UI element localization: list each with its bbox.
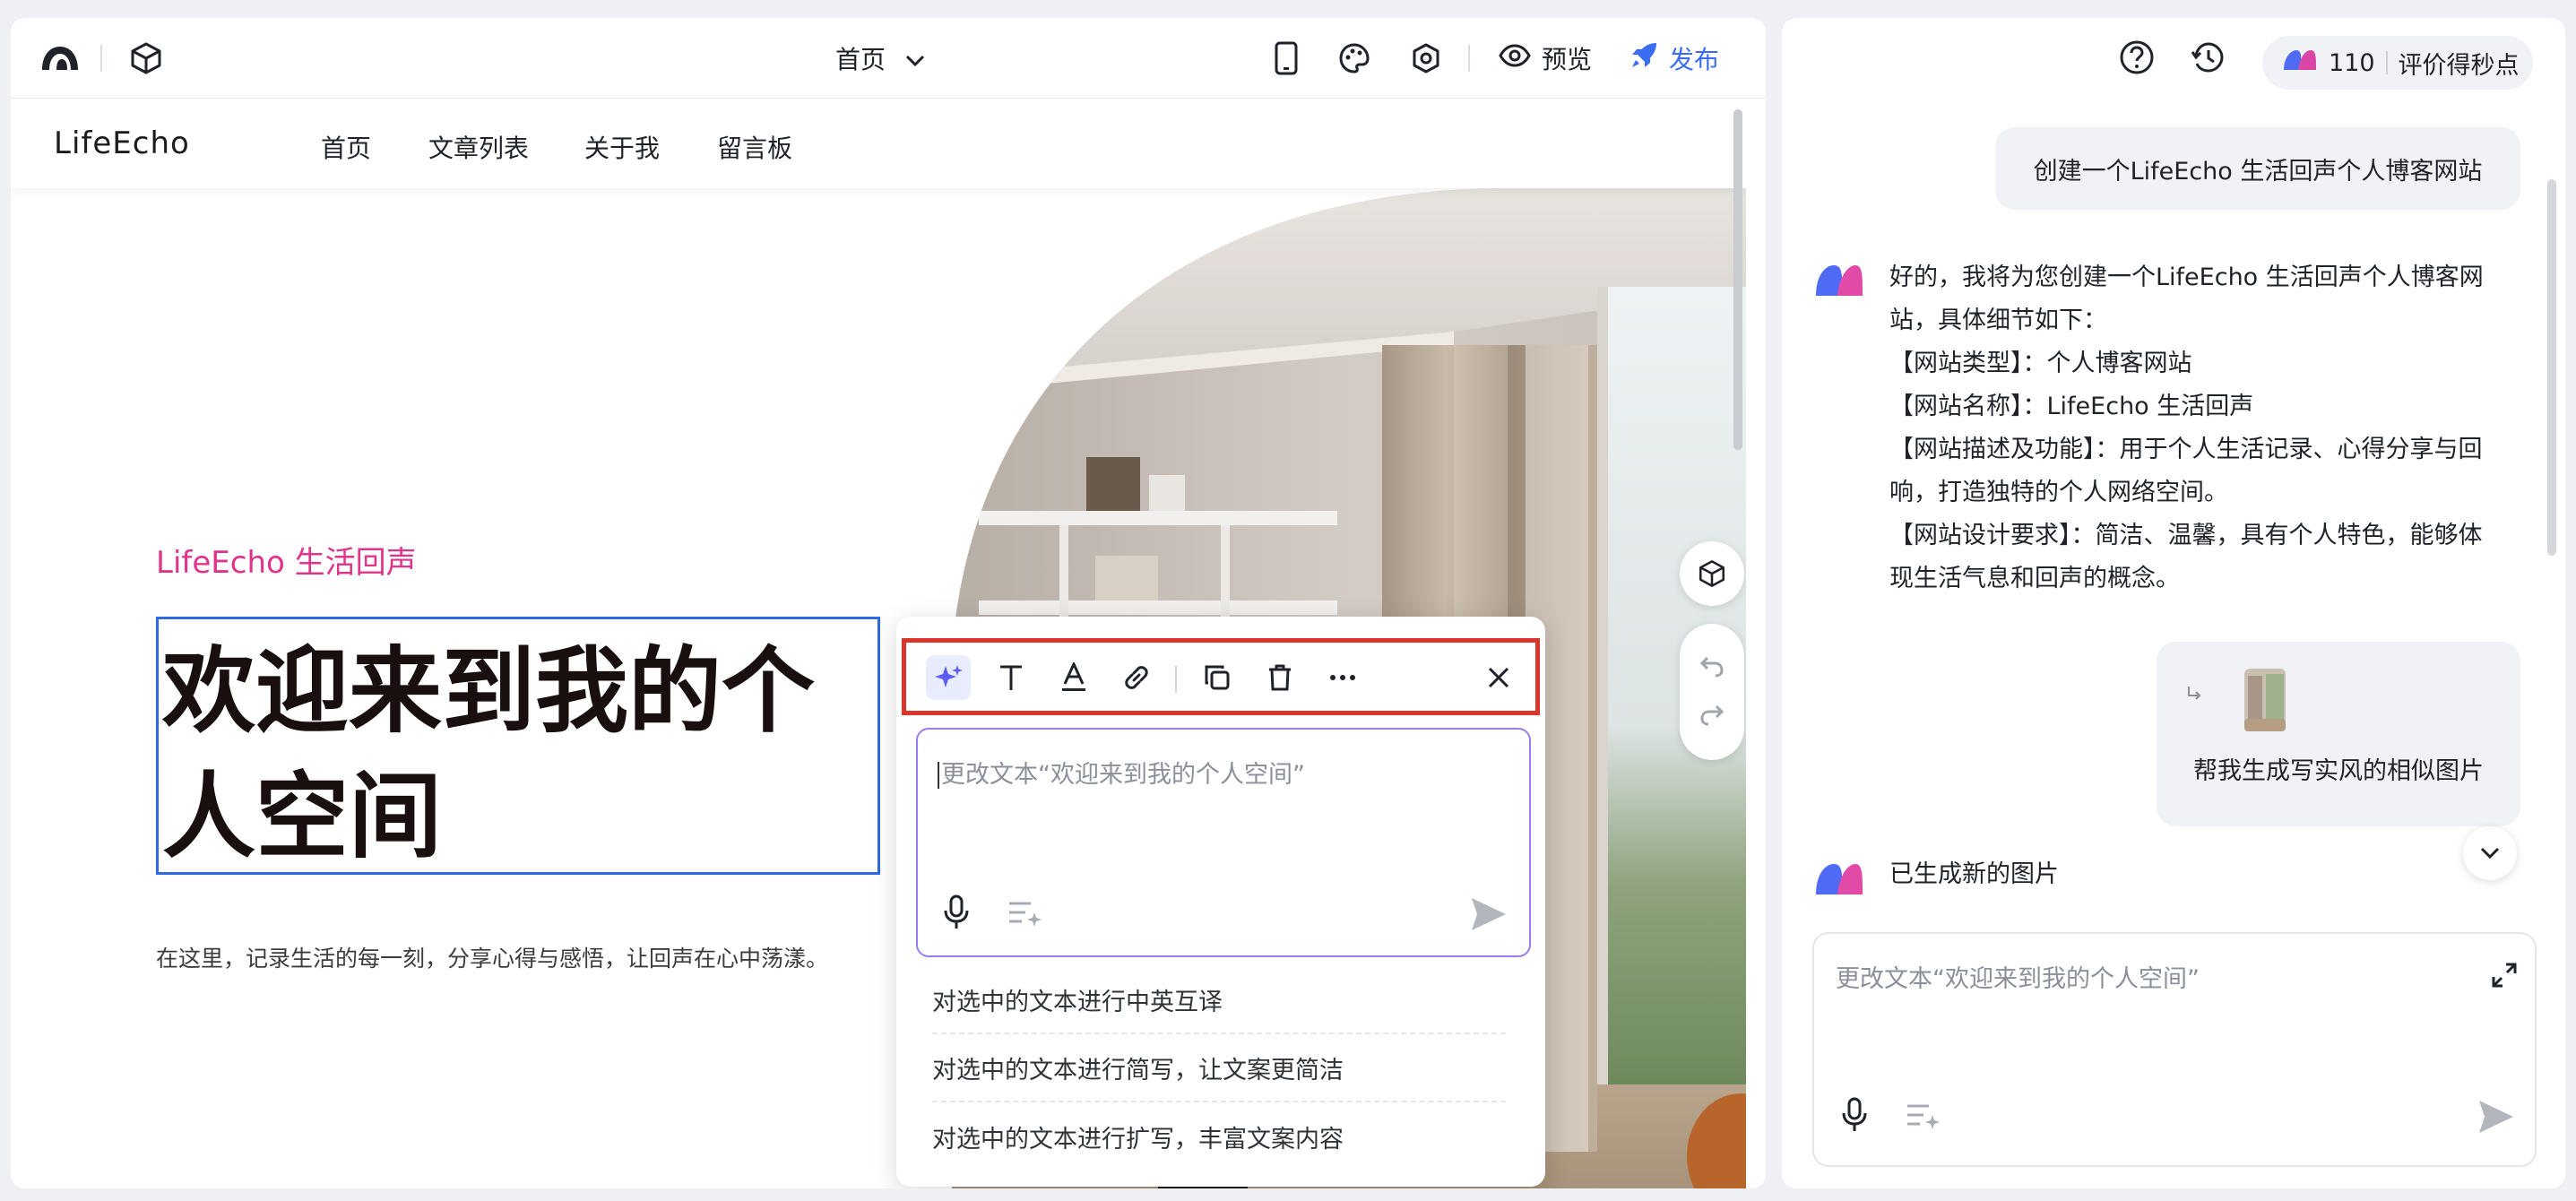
nav-item-home[interactable]: 首页 (321, 129, 371, 165)
send-icon[interactable] (2477, 1099, 2515, 1138)
bot-response-line: 现生活气息和回声的概念。 (1889, 565, 2180, 592)
bot-response-line: 好的，我将为您创建一个LifeEcho 生活回声个人博客网 (1889, 264, 2484, 291)
publish-label: 发布 (1669, 45, 1720, 74)
bot-avatar-icon (1816, 864, 1863, 894)
nav-item-about[interactable]: 关于我 (584, 129, 660, 165)
close-popover-button[interactable] (1476, 655, 1521, 700)
site-logo[interactable]: LifeEcho (54, 125, 190, 161)
chat-scrollbar[interactable] (2547, 179, 2556, 556)
ai-edit-input[interactable] (941, 756, 1497, 792)
help-icon[interactable] (2119, 39, 2155, 79)
cube-icon (1699, 560, 1725, 587)
text-style-button[interactable] (989, 655, 1033, 700)
bot-response-line: 站，具体细节如下： (1889, 307, 2107, 334)
bot-response: 已生成新的图片 (1889, 860, 2059, 888)
page-select-label: 首页 (835, 45, 886, 74)
credit-logo-icon (2282, 48, 2318, 78)
user-message: 帮我生成写实风的相似图片 (2193, 757, 2484, 785)
suggestion-expand[interactable]: 对选中的文本进行扩写，丰富文案内容 (932, 1102, 1506, 1171)
ai-chat-panel: 110 评价得秒点 创建一个LifeEcho 生活回声个人博客网站 好的，我将为… (1782, 18, 2565, 1188)
hero-tagline: LifeEcho 生活回声 (156, 545, 417, 581)
text-t-icon (1000, 665, 1022, 690)
user-image-message: 帮我生成写实风的相似图片 (2157, 642, 2520, 826)
site-navbar: LifeEcho 首页 文章列表 关于我 留言板 (11, 99, 1746, 188)
divider (1175, 666, 1177, 693)
chat-input[interactable] (1836, 961, 2445, 997)
reply-arrow-icon (2185, 681, 2203, 709)
history-tools (1680, 624, 1744, 760)
bot-response-line: 【网站类型】：个人博客网站 (1889, 350, 2192, 377)
send-icon[interactable] (1470, 896, 1508, 936)
palette-icon[interactable] (1334, 38, 1375, 79)
ai-sparkle-button[interactable] (926, 655, 971, 700)
microphone-icon[interactable] (1841, 1097, 1868, 1136)
credit-count: 110 (2329, 48, 2375, 77)
redo-icon[interactable] (1699, 701, 1725, 731)
nav-item-guestbook[interactable]: 留言板 (717, 129, 792, 165)
hero-subtitle: 在这里，记录生活的每一刻，分享心得与感悟，让回声在心中荡漾。 (156, 946, 829, 972)
publish-button[interactable]: 发布 (1629, 39, 1719, 77)
text-edit-toolbar (902, 638, 1540, 715)
preview-label: 预览 (1542, 45, 1593, 74)
site-editor: 首页 预览 发布 LifeEcho 首页 文章列表 关于我 留言板 LifeEc… (11, 18, 1766, 1188)
chat-input-box (1812, 932, 2537, 1167)
delete-button[interactable] (1258, 655, 1302, 700)
ai-edit-input-box (916, 728, 1531, 957)
bot-response-line: 响，打造独特的个人网络空间。 (1889, 479, 2228, 506)
page-selector[interactable]: 首页 (835, 39, 925, 77)
user-message: 创建一个LifeEcho 生活回声个人博客网站 (1995, 127, 2520, 210)
divider (100, 45, 102, 72)
divider (2385, 51, 2388, 74)
hero-title[interactable]: 欢迎来到我的个人空间 (162, 628, 879, 879)
font-color-icon (1062, 662, 1085, 691)
sparkle-icon (935, 665, 963, 687)
link-icon (1125, 666, 1148, 689)
editor-toolbar: 首页 预览 发布 (11, 18, 1766, 99)
microphone-icon[interactable] (943, 894, 970, 934)
scroll-to-bottom-button[interactable] (2463, 826, 2517, 880)
text-cursor (938, 762, 939, 789)
selected-text-frame[interactable]: 欢迎来到我的个人空间 (156, 617, 880, 875)
app-logo-icon[interactable] (38, 39, 82, 77)
bot-response: 好的，我将为您创建一个LifeEcho 生活回声个人博客网 站，具体细节如下： … (1889, 256, 2508, 600)
settings-icon[interactable] (1405, 38, 1447, 79)
close-icon (1488, 667, 1509, 688)
canvas-scrollbar[interactable] (1733, 109, 1742, 450)
link-button[interactable] (1114, 655, 1159, 700)
suggestion-simplify[interactable]: 对选中的文本进行简写，让文案更简洁 (932, 1034, 1506, 1102)
copy-button[interactable] (1195, 655, 1240, 700)
undo-icon[interactable] (1699, 652, 1725, 683)
history-icon[interactable] (2191, 39, 2226, 79)
prompt-list-icon[interactable] (1906, 1102, 1941, 1135)
ai-text-edit-popover: 对选中的文本进行中英互译 对选中的文本进行简写，让文案更简洁 对选中的文本进行扩… (896, 617, 1545, 1187)
chevron-down-icon (2480, 847, 2500, 860)
reference-image-thumbnail[interactable] (2244, 669, 2286, 731)
bot-avatar-icon (1816, 265, 1863, 296)
mobile-view-icon[interactable] (1266, 38, 1307, 79)
text-color-button[interactable] (1051, 655, 1096, 700)
prompt-list-icon[interactable] (1007, 900, 1043, 932)
trash-icon (1269, 664, 1291, 691)
more-button[interactable] (1320, 655, 1365, 700)
copy-icon (1205, 665, 1230, 690)
suggestion-translate[interactable]: 对选中的文本进行中英互译 (932, 966, 1506, 1034)
bot-response-line: 【网站设计要求】：简洁、温馨，具有个人特色，能够体 (1889, 522, 2483, 549)
nav-item-articles[interactable]: 文章列表 (428, 129, 529, 165)
divider (1468, 45, 1470, 72)
chevron-down-icon (905, 44, 925, 73)
cube-icon[interactable] (125, 38, 167, 79)
bot-response-line: 【网站名称】：LifeEcho 生活回声 (1889, 393, 2254, 420)
credit-badge[interactable]: 110 评价得秒点 (2262, 36, 2533, 90)
ai-cube-button[interactable] (1680, 541, 1744, 606)
rocket-icon (1629, 41, 1658, 76)
eye-icon (1499, 43, 1531, 73)
preview-button[interactable]: 预览 (1499, 39, 1592, 77)
expand-icon[interactable] (2490, 961, 2519, 993)
bot-response-line: 【网站描述及功能】：用于个人生活记录、心得分享与回 (1889, 436, 2483, 463)
credit-label: 评价得秒点 (2398, 51, 2520, 80)
more-dots-icon (1330, 675, 1355, 680)
